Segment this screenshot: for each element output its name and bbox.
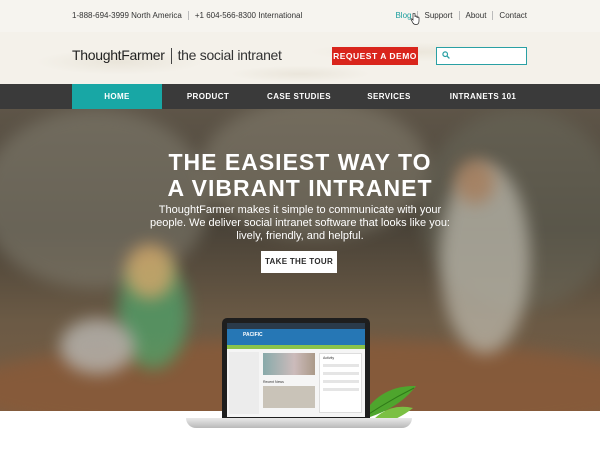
preview-nav <box>227 345 365 349</box>
about-link[interactable]: About <box>466 11 487 20</box>
preview-activity-label: Activity <box>323 356 335 360</box>
preview-activity-row <box>323 388 359 391</box>
phone-numbers: 1-888-694-3999 North America +1 604-566-8… <box>72 11 303 21</box>
phone-north-america: 1-888-694-3999 North America <box>72 11 182 20</box>
divider <box>492 11 494 21</box>
preview-activity-row <box>323 380 359 383</box>
phone-international: +1 604-566-8300 International <box>194 11 303 20</box>
hero-title-line1: THE EASIEST WAY TO <box>168 149 432 175</box>
take-the-tour-button[interactable]: TAKE THE TOUR <box>261 251 337 273</box>
utility-bar: 1-888-694-3999 North America +1 604-566-8… <box>0 0 600 32</box>
divider <box>458 11 460 21</box>
preview-feature-image <box>263 353 315 375</box>
laptop-screen: PACIFIC Recent News Activity <box>222 318 370 420</box>
preview-sidebar <box>229 352 259 414</box>
laptop-mockup: PACIFIC Recent News Activity <box>186 318 416 438</box>
intranet-preview: PACIFIC Recent News Activity <box>227 323 365 417</box>
nav-case-studies[interactable]: CASE STUDIES <box>256 84 342 109</box>
nav-product[interactable]: PRODUCT <box>170 84 246 109</box>
preview-company-name: PACIFIC <box>243 332 263 338</box>
preview-activity-row <box>323 372 359 375</box>
divider <box>187 11 189 21</box>
preview-recent-news-label: Recent News <box>263 380 284 384</box>
nav-services[interactable]: SERVICES <box>354 84 424 109</box>
hero-subtitle: ThoughtFarmer makes it simple to communi… <box>149 204 450 242</box>
brand-name: ThoughtFarmer <box>72 47 165 63</box>
hero-photo-person-left-head <box>125 244 175 299</box>
hero-title-line2: A VIBRANT INTRANET <box>167 175 433 201</box>
support-link[interactable]: Support <box>424 11 452 20</box>
nav-home[interactable]: HOME <box>72 84 162 109</box>
search-icon[interactable] <box>442 51 450 59</box>
request-demo-button[interactable]: REQUEST A DEMO <box>332 47 418 65</box>
search-input[interactable] <box>436 47 527 65</box>
site-logo[interactable]: ThoughtFarmer the social intranet <box>72 47 282 65</box>
preview-news-thumb <box>263 386 315 408</box>
preview-activity-row <box>323 364 359 367</box>
contact-link[interactable]: Contact <box>499 11 527 20</box>
preview-header: PACIFIC <box>227 329 365 345</box>
nav-intranets-101[interactable]: INTRANETS 101 <box>438 84 528 109</box>
brand-tagline: the social intranet <box>177 47 282 63</box>
hero-photo-laptop-left <box>60 319 135 374</box>
hero-title: THE EASIEST WAY TO A VIBRANT INTRANET <box>0 149 600 201</box>
hand-cursor-icon <box>410 13 420 25</box>
laptop-base <box>186 418 412 428</box>
logo-divider <box>170 48 172 65</box>
main-navigation: HOME PRODUCT CASE STUDIES SERVICES INTRA… <box>0 84 600 109</box>
preview-activity-panel: Activity <box>319 353 362 413</box>
